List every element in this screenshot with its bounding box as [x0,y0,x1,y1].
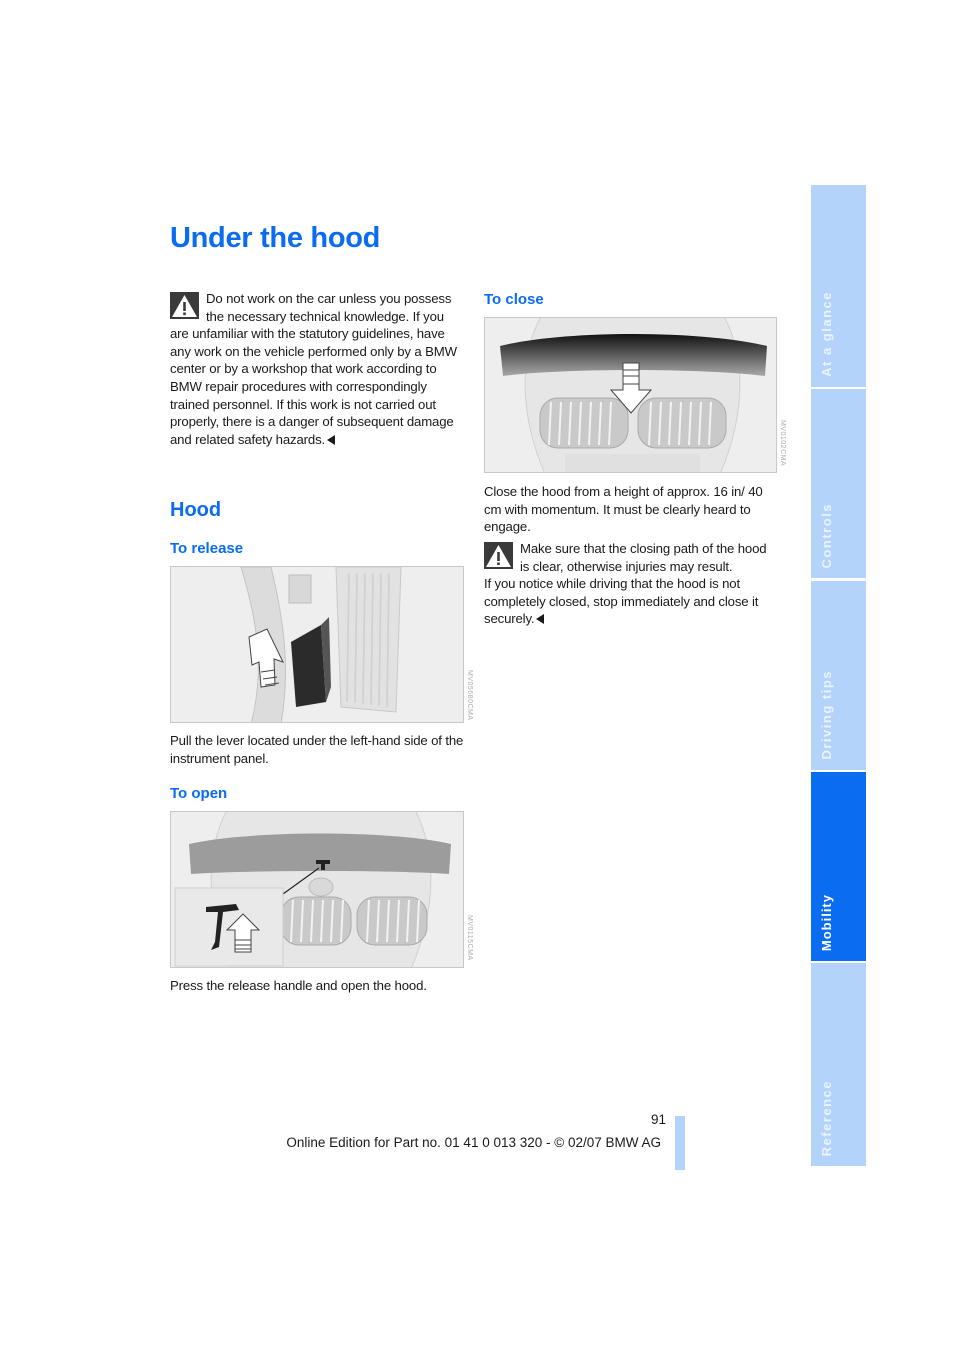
side-tab-at-a-glance[interactable]: At a glance [811,185,866,387]
warning-triangle-icon [170,292,199,319]
side-tab-label: Controls [819,502,834,568]
release-text: Pull the lever located under the left-ha… [170,733,464,766]
page-number: 91 [650,1112,666,1127]
figure-hood-release-lever [170,566,464,723]
figure-hood-open-handle [170,811,464,968]
warning-text-continued: If you notice while driving that the hoo… [484,576,759,627]
footer-accent-bar [675,1116,685,1170]
end-of-section-icon [327,434,336,445]
warning-note: Do not work on the car unless you posses… [170,290,462,448]
section-title-hood: Hood [170,499,222,521]
subheading-to-close: To close [484,291,544,308]
close-text: Close the hood from a height of approx. … [484,484,763,535]
side-tab-label: Mobility [819,893,834,951]
side-tab-label: Driving tips [819,670,834,760]
warning-triangle-icon [484,542,513,569]
page-title: Under the hood [170,222,381,254]
side-tab-label: At a glance [819,291,834,377]
figure-code: MV0102CMA [779,420,786,467]
subheading-to-release: To release [170,540,244,557]
side-tab-reference[interactable]: Reference [811,963,866,1166]
close-warning-note: Make sure that the closing path of the h… [484,540,776,628]
footer-edition: Online Edition for Part no. 01 41 0 013 … [286,1135,661,1150]
figure-hood-close [484,317,777,473]
figure-code: MV05680CMA [466,670,473,721]
side-tab-controls[interactable]: Controls [811,389,866,578]
warning-text: Do not work on the car unless you posses… [170,291,457,447]
subheading-to-open: To open [170,785,228,802]
figure-code: MV0115CMA [466,915,473,961]
side-tab-mobility[interactable]: Mobility [811,772,866,961]
side-tab-driving-tips[interactable]: Driving tips [811,581,866,770]
open-text: Press the release handle and open the ho… [170,978,427,993]
warning-text: Make sure that the closing path of the h… [520,541,767,574]
side-tab-label: Reference [819,1079,834,1156]
end-of-section-icon [536,614,545,625]
